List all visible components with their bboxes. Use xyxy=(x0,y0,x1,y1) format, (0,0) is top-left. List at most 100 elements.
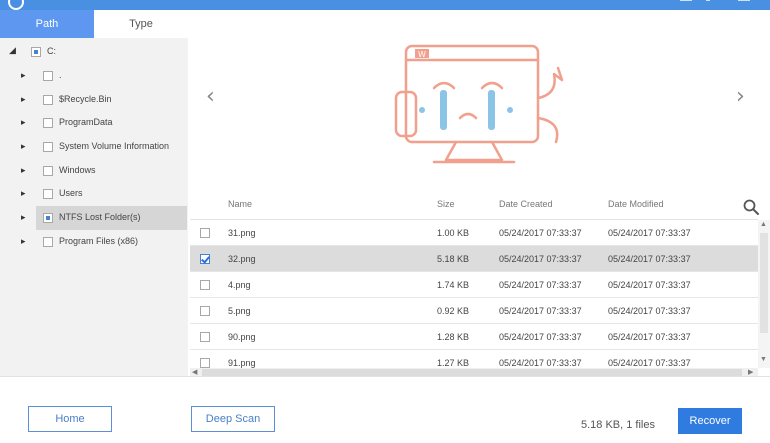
tree-item-label: Windows xyxy=(59,165,96,175)
file-size: 0.92 KB xyxy=(437,306,470,316)
tree-item-ntfs-lost-folders[interactable]: ▸ NTFS Lost Folder(s) xyxy=(21,206,187,230)
tree-item-label: . xyxy=(59,70,62,80)
file-name: 31.png xyxy=(228,228,256,238)
svg-text:W: W xyxy=(418,50,426,59)
title-bar xyxy=(0,0,770,10)
row-checkbox[interactable] xyxy=(200,332,210,342)
file-date-created: 05/24/2017 07:33:37 xyxy=(499,228,582,238)
file-name: 90.png xyxy=(228,332,256,342)
tree-item-programdata[interactable]: ▸ ProgramData xyxy=(0,111,188,135)
app-logo-icon xyxy=(8,0,24,10)
tab-type[interactable]: Type xyxy=(94,10,188,38)
file-date-modified: 05/24/2017 07:33:37 xyxy=(608,332,691,342)
row-checkbox[interactable] xyxy=(200,228,210,238)
minimize-icon[interactable] xyxy=(680,0,692,1)
expand-arrow-icon[interactable]: ▸ xyxy=(21,188,26,199)
footer-divider xyxy=(0,376,770,377)
file-date-modified: 05/24/2017 07:33:37 xyxy=(608,280,691,290)
expand-arrow-icon[interactable]: ▸ xyxy=(21,94,26,105)
row-checkbox[interactable] xyxy=(200,254,210,264)
tree-item-label: Users xyxy=(59,188,83,198)
tree-item-checkbox[interactable] xyxy=(43,237,53,247)
chevron-right-icon[interactable]: › xyxy=(736,84,745,109)
deep-scan-button[interactable]: Deep Scan xyxy=(191,406,275,432)
tree-root-checkbox[interactable] xyxy=(31,47,41,57)
tree-item-label: Program Files (x86) xyxy=(59,236,139,246)
tree-item-users[interactable]: ▸ Users xyxy=(0,182,188,206)
file-date-created: 05/24/2017 07:33:37 xyxy=(499,280,582,290)
tree-item-label: NTFS Lost Folder(s) xyxy=(59,212,141,222)
tree-item-windows[interactable]: ▸ Windows xyxy=(0,159,188,183)
file-date-created: 05/24/2017 07:33:37 xyxy=(499,254,582,264)
tree-item-checkbox[interactable] xyxy=(43,95,53,105)
tree-item-label: $Recycle.Bin xyxy=(59,94,112,104)
tree-item-label: ProgramData xyxy=(59,117,113,127)
tree-root-label: C: xyxy=(47,46,56,56)
table-row[interactable]: 4.png 1.74 KB 05/24/2017 07:33:37 05/24/… xyxy=(190,272,758,298)
column-header-date-modified[interactable]: Date Modified xyxy=(608,199,664,209)
file-size: 1.28 KB xyxy=(437,332,470,342)
file-date-created: 05/24/2017 07:33:37 xyxy=(499,358,582,368)
expand-arrow-icon[interactable]: ▸ xyxy=(21,165,26,176)
scroll-left-arrow-icon[interactable]: ◀ xyxy=(192,368,197,376)
tree-item-checkbox[interactable] xyxy=(43,118,53,128)
file-name: 4.png xyxy=(228,280,251,290)
file-size: 1.27 KB xyxy=(437,358,470,368)
tree-item-dot[interactable]: ▸ . xyxy=(0,64,188,88)
maximize-icon[interactable] xyxy=(706,0,710,1)
file-date-created: 05/24/2017 07:33:37 xyxy=(499,332,582,342)
table-vertical-scrollbar[interactable]: ▲ ▼ xyxy=(758,220,770,368)
tree-root[interactable]: ◢ C: xyxy=(0,40,188,64)
tree-item-checkbox[interactable] xyxy=(43,189,53,199)
view-tabs: Path Type xyxy=(0,10,188,38)
file-date-modified: 05/24/2017 07:33:37 xyxy=(608,228,691,238)
table-header: Name Size Date Created Date Modified xyxy=(190,188,758,220)
tree-item-checkbox[interactable] xyxy=(43,166,53,176)
file-name: 32.png xyxy=(228,254,256,264)
tree-item-checkbox[interactable] xyxy=(43,142,53,152)
folder-tree: ◢ C: ▸ . ▸ $Recycle.Bin ▸ ProgramData ▸ … xyxy=(0,38,188,376)
expand-arrow-icon[interactable]: ▸ xyxy=(21,70,26,81)
scroll-right-arrow-icon[interactable]: ▶ xyxy=(748,368,753,376)
collapse-arrow-icon[interactable]: ◢ xyxy=(9,45,16,56)
file-date-modified: 05/24/2017 07:33:37 xyxy=(608,306,691,316)
recover-button[interactable]: Recover xyxy=(678,408,742,434)
table-row[interactable]: 90.png 1.28 KB 05/24/2017 07:33:37 05/24… xyxy=(190,324,758,350)
table-row[interactable]: 31.png 1.00 KB 05/24/2017 07:33:37 05/24… xyxy=(190,220,758,246)
expand-arrow-icon[interactable]: ▸ xyxy=(21,212,26,223)
tree-item-checkbox[interactable] xyxy=(43,71,53,81)
table-row[interactable]: 32.png 5.18 KB 05/24/2017 07:33:37 05/24… xyxy=(190,246,758,272)
search-icon[interactable] xyxy=(742,198,760,216)
table-row[interactable]: 91.png 1.27 KB 05/24/2017 07:33:37 05/24… xyxy=(190,350,758,368)
file-name: 91.png xyxy=(228,358,256,368)
tree-item-system-volume-information[interactable]: ▸ System Volume Information xyxy=(0,135,188,159)
close-icon[interactable] xyxy=(738,0,750,1)
expand-arrow-icon[interactable]: ▸ xyxy=(21,236,26,247)
tree-item-program-files-x86[interactable]: ▸ Program Files (x86) xyxy=(0,230,188,254)
expand-arrow-icon[interactable]: ▸ xyxy=(21,141,26,152)
preview-panel: ‹ › W xyxy=(188,10,770,188)
scrollbar-thumb[interactable] xyxy=(202,369,742,376)
column-header-date-created[interactable]: Date Created xyxy=(499,199,553,209)
file-size: 1.74 KB xyxy=(437,280,470,290)
tree-item-checkbox[interactable] xyxy=(43,213,53,223)
crying-monitor-icon: W xyxy=(394,44,564,164)
column-header-size[interactable]: Size xyxy=(437,199,455,209)
file-table: Name Size Date Created Date Modified 31.… xyxy=(190,188,758,368)
row-checkbox[interactable] xyxy=(200,358,210,368)
tree-item-recycle-bin[interactable]: ▸ $Recycle.Bin xyxy=(0,88,188,112)
expand-arrow-icon[interactable]: ▸ xyxy=(21,117,26,128)
scroll-down-arrow-icon[interactable]: ▼ xyxy=(760,356,767,363)
column-header-name[interactable]: Name xyxy=(228,199,252,209)
row-checkbox[interactable] xyxy=(200,280,210,290)
selection-status: 5.18 KB, 1 files xyxy=(581,419,655,431)
scroll-up-arrow-icon[interactable]: ▲ xyxy=(760,221,767,228)
table-row[interactable]: 5.png 0.92 KB 05/24/2017 07:33:37 05/24/… xyxy=(190,298,758,324)
file-date-created: 05/24/2017 07:33:37 xyxy=(499,306,582,316)
home-button[interactable]: Home xyxy=(28,406,112,432)
scrollbar-thumb[interactable] xyxy=(760,233,768,333)
file-size: 5.18 KB xyxy=(437,254,470,264)
tab-path[interactable]: Path xyxy=(0,10,94,38)
chevron-left-icon[interactable]: ‹ xyxy=(206,84,215,109)
row-checkbox[interactable] xyxy=(200,306,210,316)
